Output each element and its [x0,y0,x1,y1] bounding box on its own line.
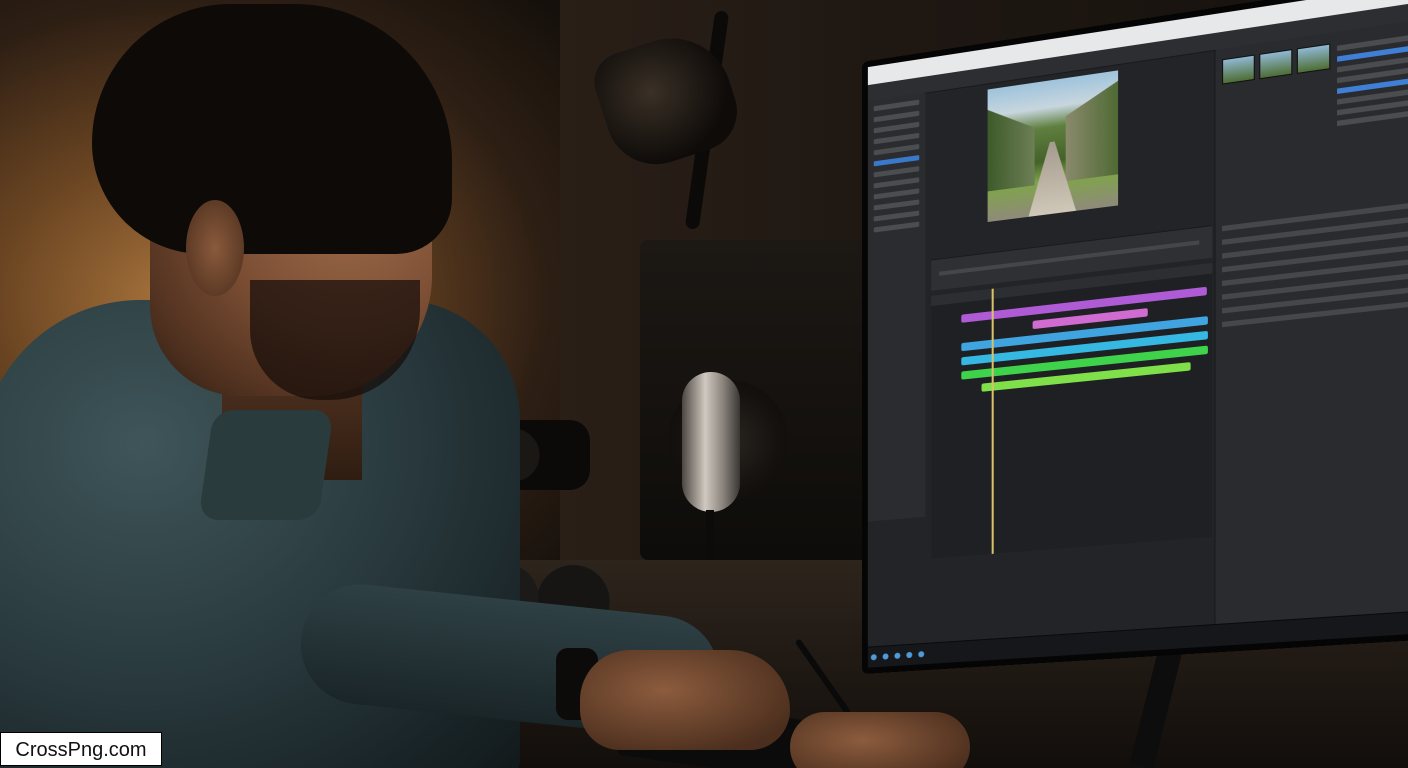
timeline-panel [931,262,1213,559]
media-browser-panel [867,92,926,522]
photo-scene: ● ● ● [0,0,1408,768]
playhead [991,288,994,554]
ear [186,200,244,296]
effects-list [1337,24,1408,131]
editing-software-screen: ● ● ● [867,0,1408,668]
video-preview [987,70,1119,223]
left-hand [790,712,970,768]
inspector-panel [1214,14,1408,640]
properties-list [1222,190,1408,336]
clip-thumbnails [1222,43,1331,85]
monitor: ● ● ● [862,0,1408,675]
watermark: CrossPng.com [0,732,162,766]
hair [92,4,452,254]
collar [198,410,334,520]
right-hand [580,650,790,750]
selected-folder [873,155,920,167]
window-controls: ● ● ● [1399,0,1408,1]
